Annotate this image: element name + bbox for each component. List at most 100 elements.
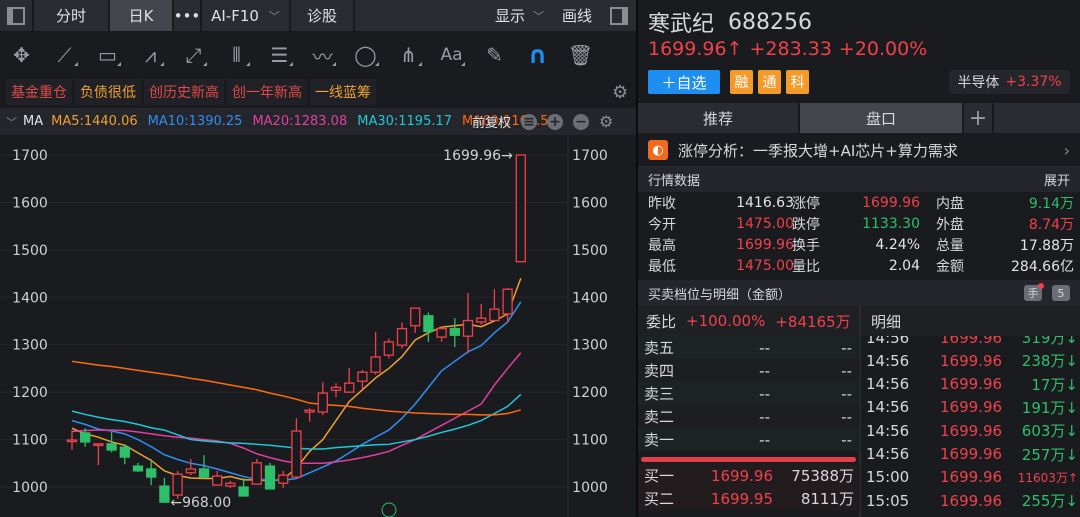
sell-level-row[interactable]: 卖一 -- -- xyxy=(638,428,860,451)
candle[interactable] xyxy=(330,386,342,391)
candle[interactable] xyxy=(278,474,289,484)
stock-header: 寒武纪 688256 xyxy=(648,6,812,38)
candle[interactable] xyxy=(462,319,474,337)
concept-tag[interactable]: 负债很低 xyxy=(75,79,141,105)
candle[interactable] xyxy=(225,482,236,487)
candle[interactable] xyxy=(212,475,223,486)
more-button[interactable]: ••• xyxy=(174,0,202,31)
wave-tool-button[interactable]: 〰 xyxy=(301,35,344,75)
tab-ai-f10[interactable]: AI-F10 ﹀ xyxy=(202,0,291,31)
pitchfork-tool-button[interactable]: ⋔ xyxy=(387,35,430,75)
circle-tool-button[interactable]: ◯ xyxy=(344,35,387,75)
concept-tag[interactable]: 创历史新高 xyxy=(144,79,224,105)
eraser-tool-button[interactable]: ✎ xyxy=(473,35,516,75)
stock-badge[interactable]: 科 xyxy=(786,70,809,94)
candlestick-chart[interactable]: 1000 1000 1100 1100 1200 1200 1300 1300 1400 1400… xyxy=(0,135,636,517)
sector-badge[interactable]: 半导体 +3.37% xyxy=(949,70,1070,94)
magnet-tool-button[interactable]: ∩ xyxy=(516,35,559,75)
candle[interactable] xyxy=(436,327,447,338)
candle[interactable] xyxy=(344,382,355,393)
candle[interactable] xyxy=(251,462,262,485)
candle[interactable] xyxy=(396,327,408,346)
tab-diagnose[interactable]: 诊股 xyxy=(291,0,355,31)
expand-button[interactable]: 展开 xyxy=(1044,170,1070,189)
limit-up-analysis-icon: ◐ xyxy=(648,140,668,160)
candle[interactable] xyxy=(185,468,196,474)
draw-line-button[interactable]: 画线 xyxy=(552,0,602,31)
candle[interactable] xyxy=(383,341,394,356)
tab-order-book[interactable]: 盘口 xyxy=(800,103,964,133)
sell-level-row[interactable]: 卖二 -- -- xyxy=(638,405,860,428)
buy-level-row[interactable]: 买二 1699.95 8111万 xyxy=(638,487,860,510)
limit-up-analysis-row[interactable]: ◐ 涨停分析：一季报大增+AI芯片+算力需求 › xyxy=(638,135,1080,165)
tab-daily-k[interactable]: 日K xyxy=(110,0,174,31)
text-tool-button[interactable]: Aa xyxy=(430,35,473,75)
quote-label: 内盘 xyxy=(936,195,964,212)
candle[interactable] xyxy=(304,409,315,413)
candle[interactable] xyxy=(198,468,210,478)
gann-tool-button[interactable]: ☰ xyxy=(258,35,301,75)
trash-tool-button[interactable]: 🗑 xyxy=(559,35,602,75)
candle[interactable] xyxy=(410,307,421,327)
ma-settings-gear-icon[interactable]: ⚙ xyxy=(599,112,613,131)
quote-label: 总量 xyxy=(936,237,964,254)
unit-hand-button[interactable]: 手 xyxy=(1024,283,1044,301)
toggle-left-sidebar-button[interactable] xyxy=(0,0,34,31)
stock-badge[interactable]: 通 xyxy=(758,70,781,94)
zoom-in-icon[interactable]: + xyxy=(547,113,564,130)
rectangle-tool-button[interactable]: ▭ xyxy=(86,35,129,75)
candle[interactable] xyxy=(106,443,117,451)
sell-level-row[interactable]: 卖三 -- -- xyxy=(638,382,860,405)
parallel-lines-tool-button[interactable]: ⦀ xyxy=(215,35,258,75)
menu-icon[interactable]: ≡ xyxy=(521,113,538,130)
orderbook-title: 买卖档位与明细（金额） xyxy=(648,287,792,303)
sell-level-row[interactable]: 卖五 -- -- xyxy=(638,336,860,359)
candle[interactable] xyxy=(159,485,170,503)
candle[interactable] xyxy=(489,308,500,322)
y-tick-label-right: 1300 xyxy=(572,338,608,354)
zoom-out-icon[interactable]: − xyxy=(573,113,590,130)
chevron-down-icon[interactable]: ﹀ xyxy=(6,114,17,130)
candle[interactable] xyxy=(66,439,78,443)
candle[interactable] xyxy=(80,432,91,443)
display-dropdown[interactable]: 显示 ﹀ xyxy=(355,0,552,31)
detail-label: 明细 xyxy=(871,312,902,331)
candle[interactable] xyxy=(172,473,183,496)
tags-settings-gear-icon[interactable]: ⚙ xyxy=(612,82,628,103)
candle[interactable] xyxy=(264,465,276,490)
segment-tool-button[interactable]: ⤢ xyxy=(172,35,215,75)
depth-level-button[interactable]: 5 xyxy=(1052,285,1070,301)
concept-tag[interactable]: 一线蓝筹 xyxy=(310,79,376,105)
toggle-right-sidebar-button[interactable] xyxy=(602,0,636,31)
candle[interactable] xyxy=(502,288,513,315)
candle[interactable] xyxy=(370,356,381,373)
candle[interactable] xyxy=(238,486,249,497)
candle[interactable] xyxy=(476,317,487,323)
candle[interactable] xyxy=(423,315,434,333)
candle[interactable] xyxy=(357,371,368,382)
event-marker-icon[interactable] xyxy=(381,502,397,517)
candle[interactable] xyxy=(449,327,460,336)
add-tab-button[interactable]: + xyxy=(964,103,994,133)
line-tool-button[interactable]: ⟋ xyxy=(43,35,86,75)
quote-data-table: 昨收 1416.63 涨停 1699.96 内盘 9.14万 今开 1475.00 跌停 1133… xyxy=(638,192,1080,278)
sell-level-row[interactable]: 卖四 -- -- xyxy=(638,359,860,382)
candle[interactable] xyxy=(291,430,302,478)
candle[interactable] xyxy=(317,392,328,413)
add-watchlist-button[interactable]: ＋自选 xyxy=(648,70,720,94)
candle[interactable] xyxy=(515,154,526,263)
stock-badge[interactable]: 融 xyxy=(730,70,753,94)
candle[interactable] xyxy=(146,468,157,478)
candle[interactable] xyxy=(93,443,104,446)
buy-level-row[interactable]: 买一 1699.96 75388万 xyxy=(638,464,860,487)
candle[interactable] xyxy=(132,465,144,472)
concept-tag[interactable]: 创一年新高 xyxy=(227,79,307,105)
tab-intraday[interactable]: 分时 xyxy=(34,0,110,31)
candle[interactable] xyxy=(119,446,130,458)
adjust-mode-dropdown[interactable]: 前复权 xyxy=(472,112,511,131)
tab-recommend[interactable]: 推荐 xyxy=(638,103,800,133)
move-tool-button[interactable]: ✥ xyxy=(0,35,43,75)
ratio-diff: +84165万 xyxy=(775,312,851,331)
fan-tool-button[interactable]: ⩘ xyxy=(129,35,172,75)
concept-tag[interactable]: 基金重仓 xyxy=(6,79,72,105)
